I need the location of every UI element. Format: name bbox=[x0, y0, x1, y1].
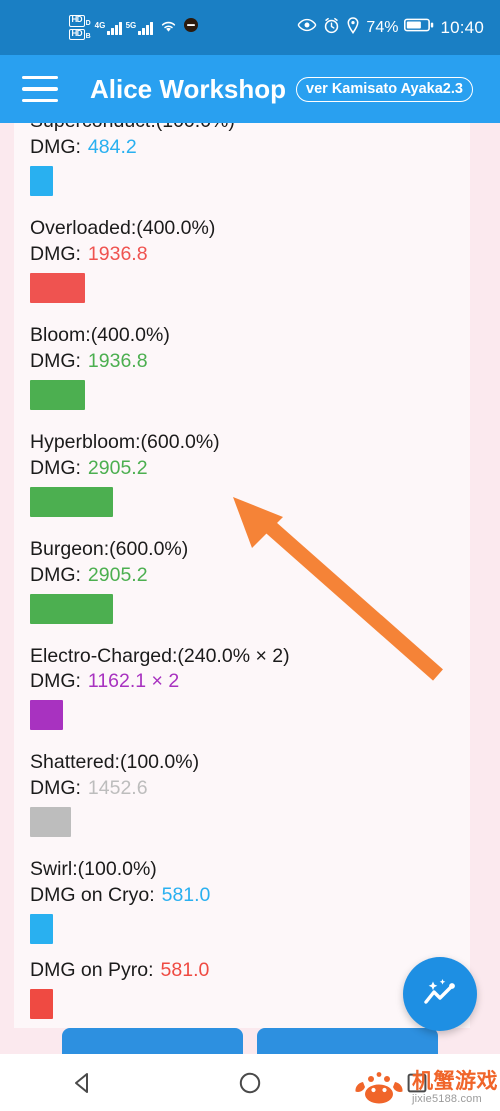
clock-time-label: 10:40 bbox=[440, 17, 484, 37]
reaction-name-label: Bloom:(400.0%) bbox=[30, 323, 170, 346]
reaction-damage-value: 1162.1 × 2 bbox=[87, 670, 180, 693]
hd-badge-top-sub: D bbox=[85, 19, 91, 27]
reaction-damage-label: DMG: bbox=[30, 777, 81, 800]
reaction-damage-bar bbox=[30, 486, 113, 517]
status-bar-right-icons: 74% 10:40 bbox=[297, 16, 484, 39]
watermark-name: 机蟹游戏 bbox=[412, 1070, 498, 1093]
page-title: Alice Workshop bbox=[90, 73, 287, 104]
swirl-damage-bar bbox=[30, 914, 53, 945]
reaction-damage-label: DMG: bbox=[30, 349, 81, 372]
reaction-damage-value: 1452.6 bbox=[87, 777, 148, 800]
reaction-damage-row: DMG: 1936.8 bbox=[30, 242, 470, 267]
swirl-damage-value: 581.0 bbox=[160, 959, 210, 982]
status-bar: HD D HD B 4G 5G 74% 10:40 bbox=[0, 0, 500, 55]
analytics-sparkle-icon-fab-button[interactable] bbox=[403, 957, 477, 1031]
hamburger-menu-icon[interactable] bbox=[22, 76, 58, 102]
version-badge[interactable]: ver Kamisato Ayaka2.3 bbox=[296, 76, 473, 102]
signal-4g-icon: 4G bbox=[95, 21, 122, 35]
swirl-damage-value: 581.0 bbox=[161, 884, 211, 907]
reaction-damage-value: 1936.8 bbox=[87, 349, 148, 372]
wifi-icon bbox=[159, 18, 178, 38]
swirl-damage-row: DMG on Pyro: 581.0 bbox=[30, 958, 470, 983]
home-circle-icon bbox=[239, 1072, 261, 1093]
battery-icon bbox=[404, 17, 434, 38]
reaction-damage-bar bbox=[30, 807, 71, 838]
reaction-name-label: Superconduct:(100.0%) bbox=[30, 123, 470, 134]
reaction-damage-value: 2905.2 bbox=[87, 456, 148, 479]
phone-screen: HD D HD B 4G 5G 74% 10:40 Alice Workshop… bbox=[0, 0, 500, 1111]
reaction-item: Shattered:(100.0%) DMG: 1452.6 bbox=[30, 750, 470, 838]
back-triangle-icon bbox=[75, 1072, 89, 1093]
swirl-damage-bar bbox=[30, 989, 53, 1020]
reaction-damage-row: DMG: 2905.2 bbox=[30, 563, 470, 588]
eye-icon bbox=[297, 18, 317, 37]
reaction-damage-label: DMG: bbox=[30, 456, 81, 479]
reaction-damage-label: DMG: bbox=[30, 563, 81, 586]
network-type-4g-label: 4G bbox=[94, 20, 106, 30]
reaction-damage-row: DMG: 1452.6 bbox=[30, 776, 470, 801]
bottom-action-buttons bbox=[0, 1028, 500, 1058]
reaction-item: Superconduct:(100.0%)DMG: 484.2 bbox=[30, 123, 470, 196]
network-type-5g-label: 5G bbox=[125, 20, 137, 30]
signal-bars-1 bbox=[107, 21, 122, 35]
hd-badge-top-label: HD bbox=[69, 14, 85, 27]
reaction-damage-bar bbox=[30, 593, 113, 624]
reaction-damage-row: DMG: 484.2 bbox=[30, 135, 470, 160]
swirl-damage-label: DMG on Pyro: bbox=[30, 959, 154, 982]
nav-home-button[interactable] bbox=[220, 1063, 280, 1103]
reaction-damage-bar bbox=[30, 379, 85, 410]
site-watermark: 机蟹游戏 jixie5188.com bbox=[351, 1068, 498, 1108]
reaction-name-label: Shattered:(100.0%) bbox=[30, 751, 200, 774]
reaction-item: Burgeon:(600.0%) DMG: 2905.2 bbox=[30, 537, 470, 624]
hd-badge-bottom-sub: B bbox=[85, 33, 91, 41]
reaction-item: Electro-Charged:(240.0% × 2) DMG: 1162.1 ×… bbox=[30, 644, 470, 731]
reaction-item: Hyperbloom:(600.0%) DMG: 2905.2 bbox=[30, 430, 470, 517]
reaction-name-label: Overloaded:(400.0%) bbox=[30, 216, 216, 239]
reaction-damage-row: DMG: 1936.8 bbox=[30, 349, 470, 374]
status-bar-left-icons: HD D HD B 4G 5G bbox=[69, 14, 198, 41]
signal-5g-icon: 5G bbox=[126, 21, 153, 35]
reaction-damage-label: DMG: bbox=[30, 242, 81, 265]
swirl-damage-row: DMG on Cryo: 581.0 bbox=[30, 883, 470, 908]
watermark-url: jixie5188.com bbox=[412, 1093, 482, 1105]
reaction-damage-value: 484.2 bbox=[87, 135, 137, 158]
reaction-damage-label: DMG: bbox=[30, 670, 81, 693]
reaction-name-label: Burgeon:(600.0%) bbox=[30, 537, 189, 560]
signal-bars-2 bbox=[138, 21, 153, 35]
reaction-damage-bar bbox=[30, 165, 53, 196]
reaction-list: Superconduct:(100.0%)DMG:484.2Overloaded… bbox=[14, 123, 470, 1028]
reaction-item: Bloom:(400.0%) DMG: 1936.8 bbox=[30, 323, 470, 410]
reaction-damage-row: DMG: 2905.2 bbox=[30, 456, 470, 481]
location-icon bbox=[346, 16, 360, 39]
nav-back-button[interactable] bbox=[53, 1063, 113, 1103]
reaction-damage-bar bbox=[30, 272, 85, 303]
swirl-damage-label: DMG on Cryo: bbox=[30, 884, 155, 907]
crab-icon bbox=[355, 1072, 403, 1104]
hd-voice-icon: HD D HD B bbox=[69, 14, 91, 41]
reaction-list-scroll-area[interactable]: Superconduct:(100.0%)DMG:484.2Overloaded… bbox=[14, 123, 470, 1028]
reaction-damage-value: 1936.8 bbox=[87, 242, 148, 265]
reaction-name-label: Electro-Charged:(240.0% × 2) bbox=[30, 644, 290, 667]
reaction-damage-label: DMG: bbox=[30, 135, 81, 158]
reaction-damage-bar bbox=[30, 700, 63, 731]
app-bar: Alice Workshop ver Kamisato Ayaka2.3 bbox=[0, 55, 500, 123]
analytics-sparkle-icon bbox=[424, 979, 455, 1004]
dnd-icon bbox=[183, 18, 198, 37]
reaction-damage-row: DMG: 1162.1 × 2 bbox=[30, 669, 470, 694]
reaction-item: Overloaded:(400.0%) DMG: 1936.8 bbox=[30, 216, 470, 303]
hd-badge-bottom-label: HD bbox=[69, 28, 85, 41]
reaction-damage-value: 2905.2 bbox=[87, 563, 148, 586]
battery-percent-label: 74% bbox=[366, 18, 399, 36]
swirl-name-label: Swirl:(100.0%) bbox=[30, 858, 157, 881]
reaction-name-label: Hyperbloom:(600.0%) bbox=[30, 430, 220, 453]
alarm-icon bbox=[323, 17, 340, 39]
